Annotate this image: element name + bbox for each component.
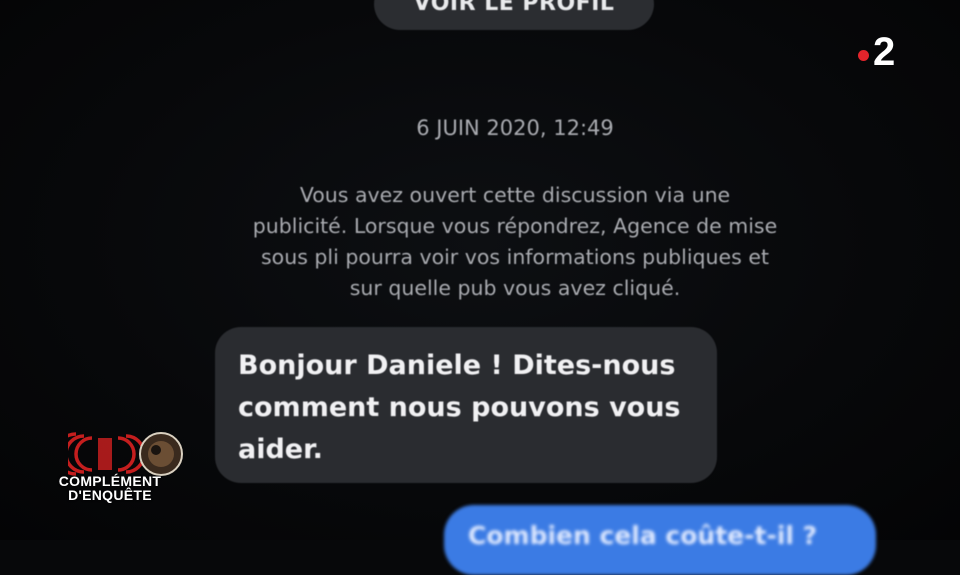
complement-enquete-logo: COMPLÉMENT D'ENQUÊTE [50, 430, 195, 505]
outgoing-message-text: Combien cela coûte-t-il ? [468, 521, 818, 550]
ad-notice: Vous avez ouvert cette discussion via un… [210, 180, 820, 304]
view-profile-button[interactable]: VOIR LE PROFIL [374, 0, 654, 30]
show-title: COMPLÉMENT D'ENQUÊTE [50, 474, 170, 502]
incoming-message-line: comment nous pouvons vous [238, 392, 681, 423]
conversation-timestamp: 6 JUIN 2020, 12:49 [416, 116, 614, 140]
outgoing-message-bubble[interactable]: Combien cela coûte-t-il ? [444, 505, 876, 575]
show-title-line: COMPLÉMENT [58, 473, 162, 489]
channel-number: 2 [873, 30, 896, 74]
france2-logo: 2 [858, 30, 895, 74]
ad-notice-line: sous pli pourra voir vos informations pu… [260, 245, 770, 269]
ad-notice-line: Vous avez ouvert cette discussion via un… [299, 183, 731, 207]
ad-notice-line: sur quelle pub vous avez cliqué. [349, 276, 681, 300]
show-title-line: D'ENQUÊTE [68, 487, 152, 503]
incoming-message-line: Bonjour Daniele ! Dites-nous [238, 350, 676, 381]
incoming-message-line: aider. [238, 434, 323, 465]
view-profile-label: VOIR LE PROFIL [413, 0, 615, 16]
incoming-message-bubble[interactable]: Bonjour Daniele ! Dites-nous comment nou… [215, 327, 717, 483]
ad-notice-line: publicité. Lorsque vous répondrez, Agenc… [252, 214, 778, 238]
red-dot-icon [858, 49, 869, 61]
